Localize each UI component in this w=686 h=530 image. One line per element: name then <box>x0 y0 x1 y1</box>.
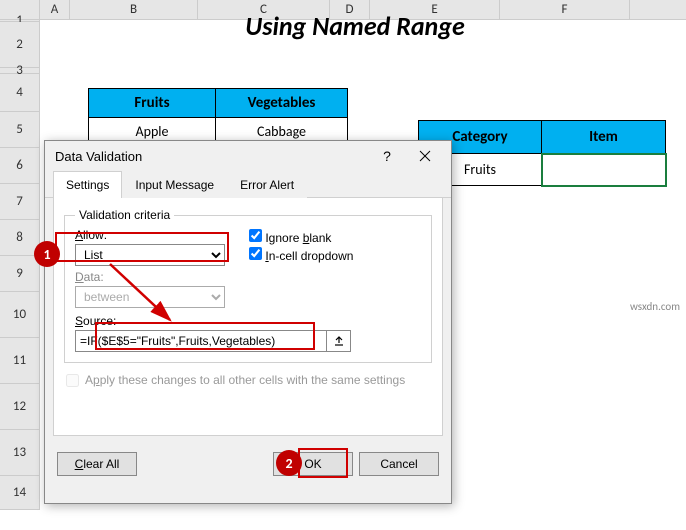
row-header-13[interactable]: 13 <box>0 430 40 476</box>
source-label: Source: <box>75 314 421 328</box>
table2-header-item[interactable]: Item <box>542 120 666 154</box>
step-badge-2: 2 <box>276 450 302 476</box>
clear-all-button[interactable]: Clear All <box>57 452 137 476</box>
table2-cell-f5[interactable] <box>542 154 666 186</box>
refedit-icon <box>333 335 345 347</box>
data-select: between <box>75 286 225 308</box>
row-header-11[interactable]: 11 <box>0 338 40 384</box>
data-label: Data: <box>75 270 421 284</box>
source-input[interactable] <box>75 330 327 352</box>
dialog-tabs: Settings Input Message Error Alert <box>45 171 451 198</box>
row-header-12[interactable]: 12 <box>0 384 40 430</box>
row-header-14[interactable]: 14 <box>0 476 40 510</box>
dialog-titlebar[interactable]: Data Validation ? <box>45 141 451 171</box>
watermark: wsxdn.com <box>630 300 680 313</box>
row-header-5[interactable]: 5 <box>0 112 40 148</box>
close-icon <box>419 150 431 162</box>
tab-error-alert[interactable]: Error Alert <box>227 171 307 198</box>
data-validation-dialog: Data Validation ? Settings Input Message… <box>44 140 452 504</box>
cancel-button[interactable]: Cancel <box>359 452 439 476</box>
close-button[interactable] <box>405 143 445 169</box>
validation-criteria-legend: Validation criteria <box>75 208 174 222</box>
table1-header-fruits[interactable]: Fruits <box>88 88 216 118</box>
allow-select[interactable]: List <box>75 244 225 266</box>
tab-input-message[interactable]: Input Message <box>122 171 227 198</box>
incell-dropdown-checkbox[interactable]: In-cell dropdown <box>249 247 353 263</box>
tab-settings[interactable]: Settings <box>53 171 122 198</box>
fruits-vegetables-table: Fruits Vegetables Apple Cabbage <box>88 88 348 146</box>
ignore-blank-checkbox[interactable]: Ignore blank <box>249 229 353 245</box>
row-header-10[interactable]: 10 <box>0 292 40 338</box>
table1-header-vegetables[interactable]: Vegetables <box>216 88 348 118</box>
dialog-title: Data Validation <box>55 149 369 164</box>
row-header-9[interactable]: 9 <box>0 256 40 292</box>
dialog-footer: Clear All OK Cancel <box>45 436 451 476</box>
row-header-4[interactable]: 4 <box>0 74 40 112</box>
apply-all-label: Apply these changes to all other cells w… <box>85 373 405 387</box>
allow-label: Allow: <box>75 228 225 242</box>
row-header-7[interactable]: 7 <box>0 184 40 220</box>
page-title: Using Named Range <box>40 4 670 48</box>
step-badge-1: 1 <box>34 241 60 267</box>
row-header-6[interactable]: 6 <box>0 148 40 184</box>
row-header-2[interactable]: 2 <box>0 22 40 68</box>
validation-criteria-fieldset: Validation criteria Allow: List Ignore b… <box>64 208 432 363</box>
collapse-dialog-button[interactable] <box>327 330 351 352</box>
apply-all-checkbox: Apply these changes to all other cells w… <box>66 373 432 387</box>
settings-panel: Validation criteria Allow: List Ignore b… <box>53 198 443 436</box>
help-button[interactable]: ? <box>369 143 405 169</box>
category-item-table: Category Item Fruits <box>418 120 666 186</box>
